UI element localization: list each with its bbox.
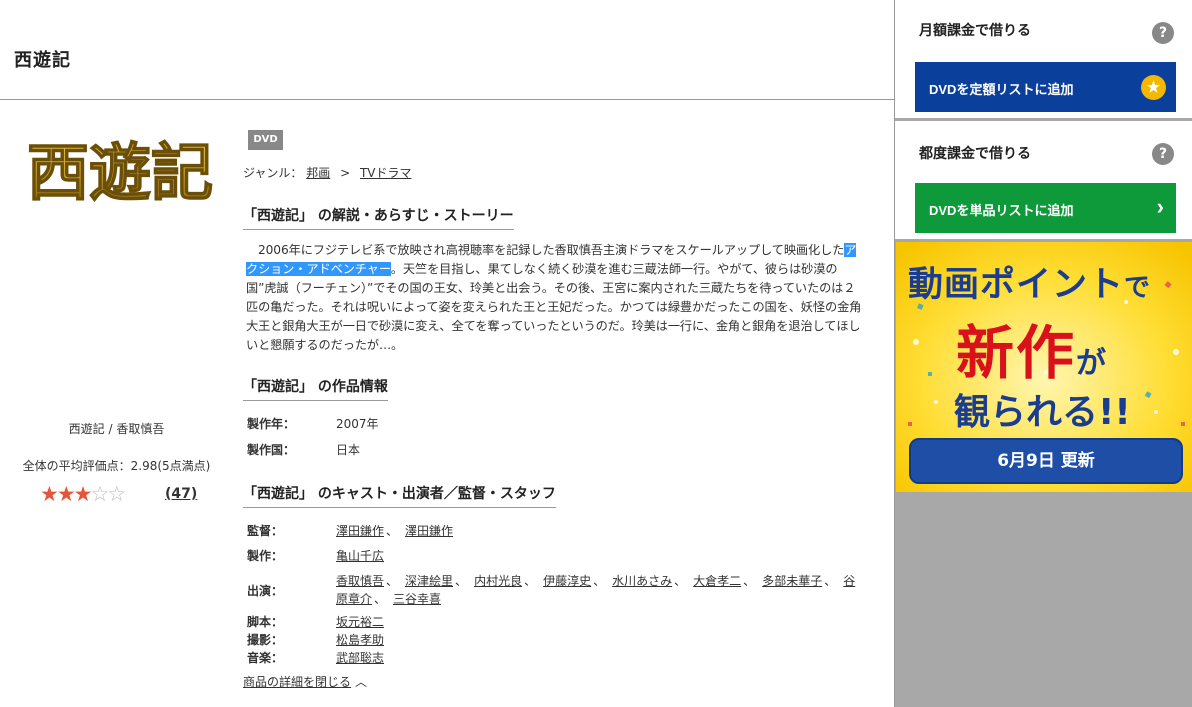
person-link[interactable]: 三谷幸喜 (393, 592, 441, 606)
person-link[interactable]: 伊藤淳史 (543, 574, 591, 588)
banner-headline-2b: が (1076, 346, 1109, 381)
info-value: 日本 (336, 443, 361, 457)
add-to-monthly-list-button[interactable]: DVDを定額リストに追加 ★ (915, 62, 1176, 112)
banner-headline-1b: で (1124, 273, 1152, 303)
banner-headline-2: 新作が (956, 306, 1108, 390)
banner-headline-2a: 新作 (956, 319, 1077, 387)
person-link[interactable]: 水川あさみ (612, 574, 672, 588)
person-link[interactable]: 松島孝助 (336, 633, 384, 647)
dvd-badge: DVD (248, 130, 283, 150)
person-link[interactable]: 武部聡志 (336, 651, 384, 665)
title-logo: 西遊記 (26, 135, 214, 210)
banner-headline-1a: 動画ポイント (908, 265, 1125, 305)
info-row-country: 製作国： 日本 (247, 441, 360, 458)
title-cast-label: 西遊記 / 香取慎吾 (68, 422, 165, 436)
story-heading: 「西遊記」 の解説・あらすじ・ストーリー (243, 205, 514, 230)
banner-headline-3: 観られる!! (954, 392, 1131, 433)
chevron-up-icon[interactable]: ︿ (355, 673, 367, 690)
person-link[interactable]: 深津絵里 (405, 574, 453, 588)
cast-label: 製作： (247, 549, 284, 563)
monthly-rental-title: 月額課金で借りる (919, 23, 1031, 39)
cast-label: 脚本： (247, 615, 284, 629)
banner-update-date: 6月9日 更新 (909, 438, 1183, 484)
single-rental-title: 都度課金で借りる (919, 146, 1031, 162)
genre-separator: > (340, 166, 351, 180)
genre-link-tvdrama[interactable]: TVドラマ (360, 166, 412, 180)
cast-label: 撮影： (247, 633, 284, 647)
review-count: (47) (165, 486, 197, 502)
sidebar: 月額課金で借りる ? DVDを定額リストに追加 ★ 都度課金で借りる ? DVD… (894, 0, 1192, 707)
cast-names: 松島孝助 (336, 631, 866, 649)
cast-label: 音楽： (247, 651, 284, 665)
person-link[interactable]: 亀山千広 (336, 549, 384, 563)
video-points-banner[interactable]: 動画ポイントで 新作が 観られる!! 6月9日 更新 (896, 242, 1192, 492)
person-link[interactable]: 大倉孝二 (693, 574, 741, 588)
person-link[interactable]: 内村光良 (474, 574, 522, 588)
info-heading: 「西遊記」 の作品情報 (243, 376, 388, 401)
person-link[interactable]: 澤田鎌作 (405, 524, 453, 538)
cast-names: 香取慎吾、深津絵里、内村光良、伊藤淳史、水川あさみ、大倉孝二、多部未華子、谷原章… (336, 574, 856, 606)
help-icon[interactable]: ? (1152, 22, 1174, 44)
cast-label: 監督： (247, 524, 284, 538)
banner-headline-1: 動画ポイントで (908, 256, 1183, 307)
cast-label: 出演： (247, 584, 284, 598)
info-row-year: 製作年： 2007年 (247, 415, 379, 432)
cast-names: 亀山千広 (336, 547, 866, 565)
star-icon: ★ (1141, 75, 1166, 100)
chevron-right-icon: › (1156, 194, 1164, 219)
info-label: 製作年： (247, 417, 296, 431)
star-empty-icon: ☆ (107, 482, 126, 506)
rating-stars: ★★★☆☆ (40, 482, 126, 506)
person-link[interactable]: 澤田鎌作 (336, 524, 384, 538)
single-rental-panel: 都度課金で借りる ? DVDを単品リストに追加 › (895, 121, 1192, 239)
star-empty-icon: ☆ (90, 482, 109, 506)
cast-names: 坂元裕二 (336, 613, 866, 631)
cast-heading: 「西遊記」 のキャスト・出演者／監督・スタッフ (243, 483, 556, 508)
add-to-single-list-button[interactable]: DVDを単品リストに追加 › (915, 183, 1176, 233)
add-to-monthly-list-label: DVDを定額リストに追加 (929, 82, 1074, 97)
add-to-single-list-label: DVDを単品リストに追加 (929, 203, 1074, 218)
genre-label: ジャンル： (243, 166, 303, 180)
star-filled-icon: ★ (56, 482, 76, 506)
cast-names: 武部聡志 (336, 649, 866, 667)
header-divider (0, 99, 894, 100)
average-rating-text: 全体の平均評価点：2.98(5点満点) (22, 459, 211, 473)
help-icon[interactable]: ? (1152, 143, 1174, 165)
genre-link-hogaku[interactable]: 邦画 (306, 166, 330, 180)
monthly-rental-panel: 月額課金で借りる ? DVDを定額リストに追加 ★ (895, 0, 1192, 118)
story-text-before: 2006年にフジテレビ系で放映され高視聴率を記録した香取慎吾主演ドラマをスケール… (258, 243, 845, 257)
person-link[interactable]: 香取慎吾 (336, 574, 384, 588)
star-filled-icon: ★ (73, 482, 93, 506)
info-value: 2007年 (336, 417, 379, 431)
genre-breadcrumb: ジャンル： 邦画 > TVドラマ (243, 164, 412, 181)
story-text: 2006年にフジテレビ系で放映され高視聴率を記録した香取慎吾主演ドラマをスケール… (246, 241, 866, 355)
svg-text:西遊記: 西遊記 (27, 136, 213, 209)
cast-names: 澤田鎌作、澤田鎌作 (336, 524, 454, 538)
page-title: 西遊記 (14, 50, 71, 71)
close-details: 商品の詳細を閉じる ︿ (243, 673, 367, 690)
review-count-link[interactable]: (47) (165, 486, 197, 502)
main-content: 西遊記 西遊記 西遊記 / 香取慎吾 全体の平均評価点：2.98(5点満点) ★… (0, 0, 894, 707)
info-label: 製作国： (247, 443, 296, 457)
close-details-link[interactable]: 商品の詳細を閉じる (243, 675, 351, 689)
person-link[interactable]: 多部未華子 (762, 574, 822, 588)
star-filled-icon: ★ (40, 482, 59, 506)
person-link[interactable]: 坂元裕二 (336, 615, 384, 629)
